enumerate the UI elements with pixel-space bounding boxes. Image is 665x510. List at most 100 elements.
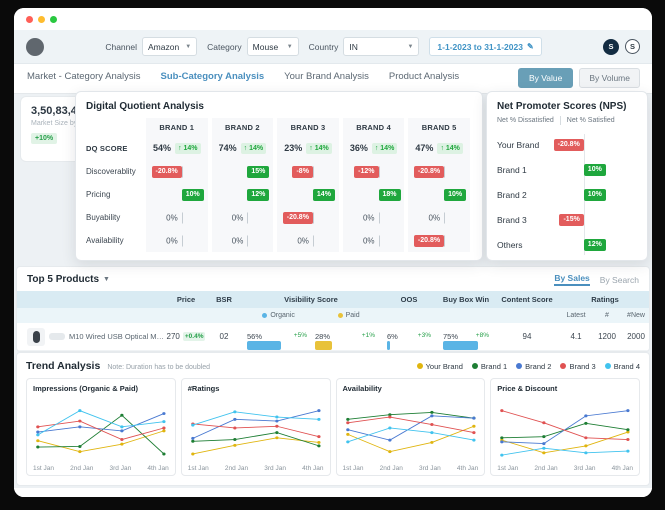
nps-row-label: Brand 2 — [497, 189, 527, 200]
chevron-down-icon: ▼ — [407, 43, 414, 50]
dq-value-badge: 12% — [247, 188, 270, 201]
x-tick-label: 2nd Jan — [534, 465, 558, 472]
organic-label: Organic — [270, 312, 295, 319]
product-image — [27, 327, 45, 346]
by-value-button[interactable]: By Value — [517, 68, 574, 88]
country-select[interactable]: IN ▼ — [343, 37, 420, 56]
dq-metric-row: Discoverablity -20.8% 15% -8% -12% -20.8% — [86, 160, 472, 183]
dq-metric-cell: -8% — [277, 160, 339, 183]
legend-label: Brand 4 — [613, 361, 640, 371]
dq-panel-title: Digital Quotient Analysis — [86, 101, 204, 112]
x-tick-label: 4th Jan — [147, 465, 169, 472]
divider — [559, 116, 561, 125]
chart-title: Price & Discount — [497, 384, 558, 393]
dq-score-cell: 23% ↑ 14% — [277, 136, 339, 160]
market-size-change-badge: +10% — [31, 133, 58, 144]
dq-value-badge: 18% — [378, 188, 401, 201]
dq-score-change-badge: ↑ 14% — [371, 142, 398, 154]
dq-value-badge: 10% — [181, 188, 204, 201]
filter-bar: Channel Amazon ▼ Category Mouse ▼ Country … — [44, 37, 603, 56]
products-table-header: Price BSR Visibility Score OOS Buy Box W… — [17, 291, 649, 308]
legend-dot-icon — [471, 363, 478, 369]
channel-select[interactable]: Amazon ▼ — [142, 37, 198, 56]
legend-label: Brand 3 — [569, 361, 596, 371]
trend-chart: Impressions (Organic & Paid) 1st Jan 2nd J… — [26, 378, 176, 476]
oos-bar — [387, 341, 390, 350]
dq-value-badge: -12% — [354, 165, 379, 178]
dq-brand-header: BRAND 5 — [408, 118, 470, 136]
close-window-icon[interactable] — [26, 15, 33, 23]
dq-metric-cell: 0% — [342, 229, 405, 252]
dq-metric-cell: -20.8% — [277, 206, 339, 229]
chart-title: Impressions (Organic & Paid) — [33, 384, 139, 393]
date-range-picker[interactable]: 1-1-2023 to 31-1-2023 ✎ — [429, 37, 542, 56]
dq-metric-row: Buyability 0% 0% -20.8% 0% 0% — [86, 206, 472, 229]
dq-brand-header: BRAND 2 — [211, 118, 274, 136]
x-tick-label: 1st Jan — [33, 465, 54, 472]
visibility-cell: 56% +5% 28% +1% — [241, 332, 381, 350]
dq-value-badge: 10% — [444, 188, 467, 201]
chart-title: Availability — [342, 384, 382, 393]
dq-score-change-badge: ↑ 14% — [306, 142, 332, 154]
chart-x-axis: 1st Jan 2nd Jan 3rd Jan 4th Jan — [343, 465, 479, 472]
dq-metric-cell: -20.8% — [408, 229, 470, 252]
nps-dissatisfied-label: Net % Dissatisfied — [497, 117, 554, 124]
nps-row: Brand 1 10% — [497, 157, 637, 182]
tab-your-brand-analysis[interactable]: Your Brand Analysis — [283, 63, 370, 93]
category-select[interactable]: Mouse ▼ — [246, 37, 299, 56]
dq-metric-cell: 0% — [211, 229, 274, 252]
avatar[interactable]: S — [603, 38, 619, 55]
trend-note: Note: Duration has to be doubled — [107, 364, 211, 371]
tab-product-analysis[interactable]: Product Analysis — [388, 63, 460, 93]
legend-label: Brand 1 — [480, 361, 508, 371]
trend-analysis-card: Trend Analysis Note: Duration has to be … — [16, 352, 650, 486]
axis-tick — [247, 212, 249, 223]
minimize-window-icon[interactable] — [38, 15, 45, 23]
dq-brand-header: BRAND 3 — [277, 118, 339, 136]
category-label: Category — [207, 41, 242, 52]
trend-chart: Availability 1st Jan 2nd Jan 3rd Jan 4th Jan — [335, 378, 486, 476]
col-ratings: Ratings — [591, 295, 619, 304]
x-tick-label: 3rd Jan — [109, 465, 132, 472]
dq-metric-label: Pricing — [86, 190, 111, 199]
dq-score-row: DQ SCORE 54% ↑ 14% 74% ↑ 14% 23% ↑ 14% 36% ↑ 14%… — [86, 136, 472, 160]
x-tick-label: 3rd Jan — [419, 465, 441, 472]
tab-market-category-analysis[interactable]: Market - Category Analysis — [26, 63, 142, 93]
dq-metric-cell: 14% — [277, 183, 339, 206]
main-tabs: Market - Category Analysis Sub-Category … — [14, 64, 652, 94]
by-search-option[interactable]: By Search — [600, 275, 639, 285]
dq-value-badge: -20.8% — [413, 234, 445, 247]
app-logo — [26, 37, 44, 56]
dq-metric-cell: 10% — [146, 183, 208, 206]
visibility-legend: Organic Paid — [241, 312, 381, 319]
product-cell: M10 Wired USB Optical Mouse w... — [17, 327, 165, 346]
dq-metric-cell: 0% — [277, 229, 339, 252]
legend-dot-icon — [516, 363, 523, 369]
x-tick-label: 3rd Jan — [264, 465, 286, 472]
axis-tick — [312, 166, 314, 177]
dq-metric-row: Pricing 10% 12% 14% 18% 10% — [86, 183, 472, 206]
ratings-latest-label: Latest — [566, 312, 586, 319]
legend-label: Brand 2 — [525, 361, 552, 371]
dq-zero-value: 0% — [428, 213, 441, 222]
nps-row-label: Brand 1 — [497, 164, 527, 175]
maximize-window-icon[interactable] — [50, 15, 57, 23]
legend-label: Your Brand — [425, 361, 463, 371]
axis-tick — [181, 212, 183, 223]
dq-zero-value: 0% — [166, 213, 178, 222]
tab-sub-category-analysis[interactable]: Sub-Category Analysis — [159, 63, 266, 93]
dq-score-label: DQ SCORE — [86, 143, 128, 153]
by-volume-button[interactable]: By Volume — [579, 68, 640, 88]
top-products-dropdown[interactable]: Top 5 Products ▼ — [27, 274, 110, 285]
dq-zero-value: 0% — [297, 236, 309, 245]
avatar[interactable]: S — [625, 39, 640, 54]
by-sales-option[interactable]: By Sales — [554, 273, 590, 286]
table-row[interactable]: M10 Wired USB Optical Mouse w... 270 +0.… — [17, 323, 649, 351]
axis-tick — [181, 166, 183, 177]
paid-label: Paid — [345, 312, 360, 319]
legend-dot-icon — [416, 363, 423, 369]
chevron-down-icon: ▼ — [185, 43, 192, 50]
dq-brand-header: BRAND 4 — [342, 118, 405, 136]
legend-dot-icon — [604, 363, 611, 369]
dq-metric-cell: 15% — [211, 160, 274, 183]
